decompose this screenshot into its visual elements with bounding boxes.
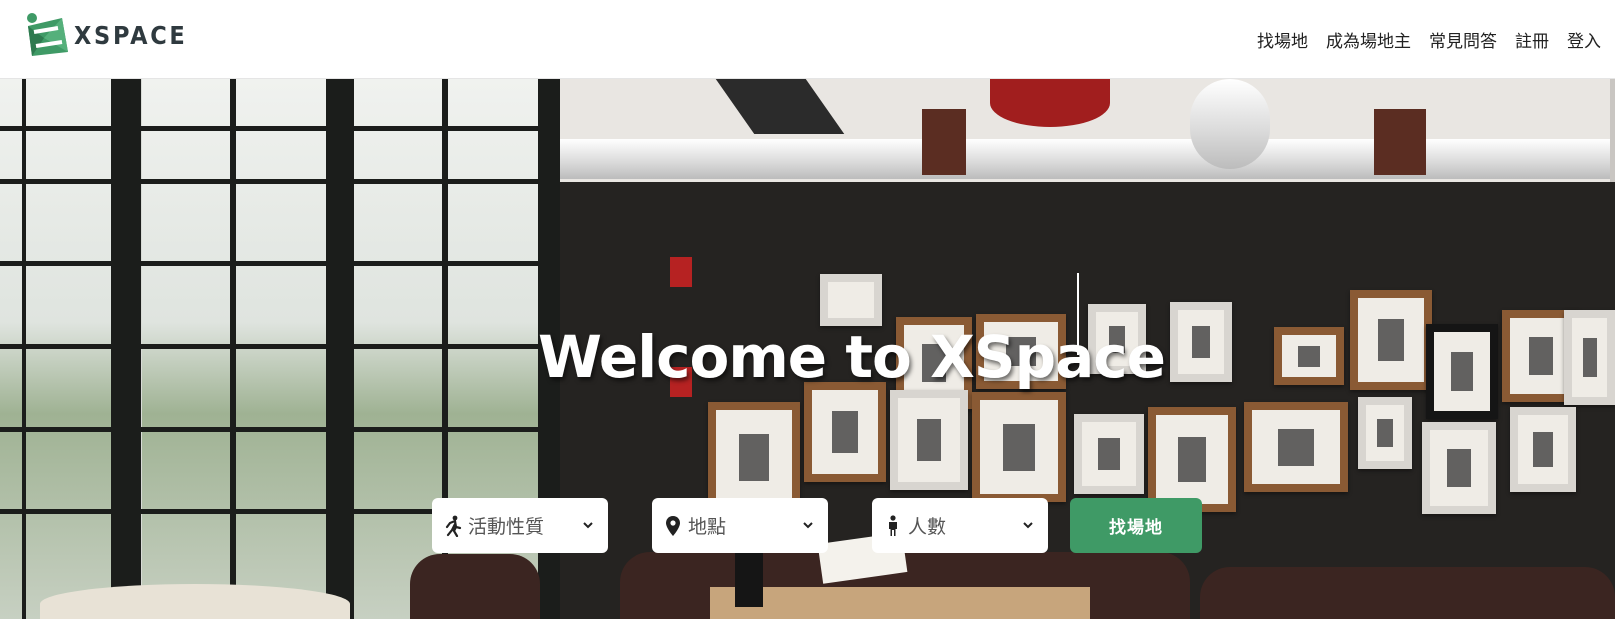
pendant-lamp <box>922 109 966 175</box>
hero-wall-background <box>560 182 1615 619</box>
hero-title: Welcome to XSpace <box>538 322 1166 391</box>
nav-faq[interactable]: 常見問答 <box>1429 27 1497 52</box>
hero-ceiling-background <box>560 79 1615 182</box>
people-count-select[interactable]: 人數 <box>872 498 1048 553</box>
chevron-down-icon <box>802 519 816 533</box>
search-venue-button[interactable]: 找場地 <box>1070 498 1202 553</box>
map-pin-icon <box>664 515 682 537</box>
people-count-label: 人數 <box>908 516 947 538</box>
text-cursor <box>1077 273 1079 355</box>
xspace-logo-icon <box>27 13 68 56</box>
chevron-down-icon <box>1022 519 1036 533</box>
person-icon <box>884 514 902 537</box>
nav-register[interactable]: 註冊 <box>1515 27 1549 52</box>
pendant-lamp <box>1374 109 1426 175</box>
activity-type-select[interactable]: 活動性質 <box>432 498 608 553</box>
activity-type-label: 活動性質 <box>468 516 545 538</box>
hero-banner: Welcome to XSpace 活動性質 地點 人數 找場地 <box>0 79 1615 619</box>
logo[interactable]: XSPACE <box>22 12 200 58</box>
location-select[interactable]: 地點 <box>652 498 828 553</box>
nav-login[interactable]: 登入 <box>1567 27 1601 52</box>
chevron-down-icon <box>582 519 596 533</box>
running-icon <box>444 515 462 537</box>
brand-name: XSPACE <box>74 20 188 50</box>
main-nav: 找場地 成為場地主 常見問答 註冊 登入 <box>1257 27 1601 52</box>
location-label: 地點 <box>688 516 727 538</box>
nav-become-host[interactable]: 成為場地主 <box>1326 27 1411 52</box>
nav-find-venue[interactable]: 找場地 <box>1257 27 1308 52</box>
top-navbar: XSPACE 找場地 成為場地主 常見問答 註冊 登入 <box>0 0 1615 79</box>
